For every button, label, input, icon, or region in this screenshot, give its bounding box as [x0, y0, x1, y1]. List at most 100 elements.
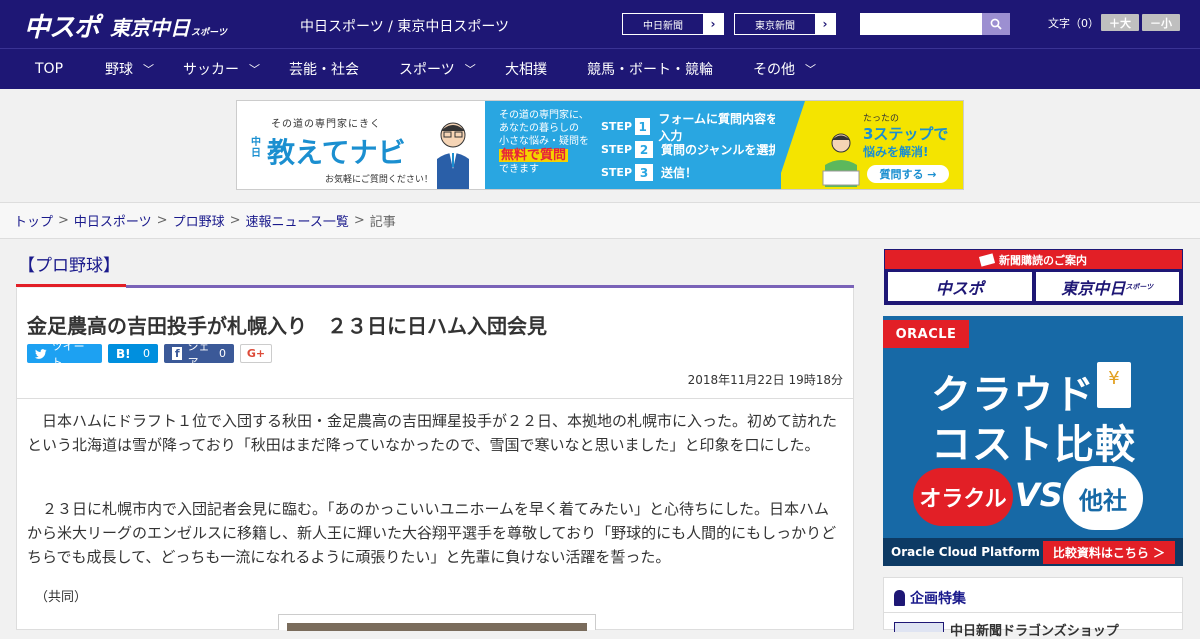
subscribe-chuspo-link[interactable]: 中スポ	[888, 272, 1032, 301]
ad-brand-prefix: 中日	[251, 137, 261, 159]
nav-item-top[interactable]: TOP	[35, 49, 63, 89]
ad-right-big: 3ステップで	[863, 125, 949, 143]
search-icon	[990, 18, 1002, 30]
tokyo-logo-text: 東京中日	[110, 16, 190, 40]
font-size-down-button[interactable]: －小	[1142, 14, 1180, 31]
facebook-share-label: シェア	[187, 339, 210, 369]
tokyo-shimbun-link[interactable]: 東京新聞 ›	[734, 13, 836, 35]
nav-item-label: スポーツ	[399, 62, 455, 78]
oshiete-navi-ad[interactable]: その道の専門家にきく 中日 教えてナビ お気軽にご質問ください！ その道の専門家…	[236, 100, 964, 190]
advisor-illustration	[437, 122, 469, 189]
facebook-share-button[interactable]: f シェア 0	[164, 340, 234, 369]
chunichi-shimbun-label: 中日新聞	[643, 20, 683, 32]
ad-mid-line: その道の専門家に、	[499, 110, 589, 121]
chuspo-logo[interactable]: 中スポ	[24, 7, 100, 44]
ad-brand: 教えてナビ	[267, 136, 406, 169]
search-input[interactable]	[860, 13, 982, 35]
hatena-count: 0	[143, 347, 150, 360]
breadcrumb-current: 記事	[369, 215, 396, 230]
oracle-cta-button[interactable]: 比較資料はこちら ＞	[1042, 540, 1175, 564]
competitor-cloud-badge: 他社	[1063, 466, 1143, 530]
breadcrumb: トップ > 中日スポーツ > プロ野球 > 速報ニュース一覧 > 記事	[0, 202, 1200, 239]
step-label: STEP	[601, 166, 633, 179]
ad-ask-button[interactable]: 質問する →	[867, 165, 949, 183]
feature-section: 企画特集 中日新聞ドラゴンズショップ	[883, 577, 1183, 639]
chevron-down-icon: ﹀	[249, 63, 260, 76]
search-button[interactable]	[982, 13, 1010, 35]
category-label: 【プロ野球】	[16, 250, 126, 287]
subscribe-tokyo-link[interactable]: 東京中日 スポーツ	[1035, 272, 1179, 301]
nav-item-label: サッカー	[183, 62, 239, 78]
subscription-box[interactable]: 新聞購読のご案内 中スポ 東京中日 スポーツ	[884, 249, 1183, 305]
nav-item-sumo[interactable]: 大相撲	[505, 49, 547, 89]
nav-item-baseball[interactable]: 野球 ﹀	[105, 49, 154, 89]
step-number: 1	[635, 118, 651, 135]
nav-item-soccer[interactable]: サッカー ﹀	[183, 49, 260, 89]
ad-right-panel: たったの 3ステップで 悩みを解消! 質問する →	[775, 101, 963, 189]
subscription-title: 新聞購読のご案内	[999, 253, 1087, 267]
oracle-vs-text: VS	[1015, 476, 1063, 514]
facebook-icon: f	[172, 347, 183, 360]
breadcrumb-separator: >	[156, 213, 168, 228]
user-illustration	[822, 133, 860, 187]
subscribe-tokyo-logo-text: 東京中日	[1061, 278, 1126, 298]
site-subtitle: 中日スポーツ / 東京中日スポーツ	[300, 19, 510, 35]
newspaper-icon	[978, 252, 996, 267]
ad-step: STEP 1 フォームに質問内容を入力	[601, 112, 781, 143]
article-paragraph: ２３日に札幌市内で入団記者会見に臨む。「あのかっこいいユニホームを早く着てみたい…	[27, 500, 837, 566]
nav-item-label: 芸能・社会	[289, 62, 359, 78]
nav-item-label: 競馬・ボート・競輪	[587, 62, 713, 78]
oracle-ad-footer: Oracle Cloud Platform 比較資料はこちら ＞	[883, 538, 1183, 566]
feature-title: 企画特集	[910, 591, 966, 607]
feature-divider	[884, 612, 1182, 613]
publish-date: 2018年11月22日 19時18分	[687, 373, 843, 387]
nav-item-other[interactable]: その他 ﹀	[753, 49, 816, 89]
oracle-cloud-badge: オラクル	[913, 468, 1013, 526]
breadcrumb-separator: >	[229, 213, 241, 228]
ad-step: STEP 2 質問のジャンルを選択	[601, 138, 781, 161]
feature-header: 企画特集	[894, 588, 966, 608]
step-text: 質問のジャンルを選択	[661, 143, 781, 157]
nav-item-label: TOP	[35, 61, 64, 77]
ad-left-panel: その道の専門家にきく 中日 教えてナビ お気軽にご質問ください！	[237, 101, 485, 189]
oracle-cloud-ad[interactable]: ORACLE クラウド コスト比較 ¥ オラクル VS 他社 Oracle Cl…	[883, 316, 1183, 566]
nav-item-racing[interactable]: 競馬・ボート・競輪	[587, 49, 713, 89]
google-plus-button[interactable]: G+	[240, 344, 272, 363]
step-number: 3	[635, 164, 654, 181]
tweet-label: ツイート	[51, 339, 85, 369]
step-label: STEP	[601, 120, 633, 133]
facebook-share-count: 0	[219, 347, 226, 360]
yen-document-icon: ¥	[1097, 362, 1131, 408]
breadcrumb-link-pro-baseball[interactable]: プロ野球	[173, 211, 225, 230]
feature-item-thumbnail[interactable]	[894, 622, 944, 632]
article-photo[interactable]	[278, 614, 596, 631]
chunichi-shimbun-link[interactable]: 中日新聞 ›	[622, 13, 724, 35]
step-text: フォームに質問内容を入力	[658, 111, 779, 143]
breadcrumb-separator: >	[58, 213, 69, 228]
font-size-label: 文字（0）	[1048, 17, 1099, 30]
breadcrumb-link-top[interactable]: トップ	[14, 211, 53, 230]
hatena-icon: B!	[116, 346, 131, 361]
font-size-up-button[interactable]: ＋大	[1101, 14, 1139, 31]
nav-item-label: 大相撲	[505, 62, 547, 78]
ad-middle-panel: その道の専門家に、 あなたの暮らしの 小さな悩み・疑問を 無料で質問 できます	[485, 101, 601, 189]
twitter-icon	[35, 348, 47, 359]
subscription-logos: 中スポ 東京中日 スポーツ	[885, 269, 1182, 304]
nav-item-entertainment[interactable]: 芸能・社会	[289, 49, 359, 89]
breadcrumb-link-news-list[interactable]: 速報ニュース一覧	[246, 211, 349, 230]
main-nav: TOP 野球 ﹀ サッカー ﹀ 芸能・社会 スポーツ ﹀ 大相撲 競馬・ボート・競輪 …	[0, 48, 1200, 89]
ad-free-highlight: 無料で質問	[499, 148, 569, 163]
tokyo-shimbun-label: 東京新聞	[755, 20, 795, 32]
chevron-right-icon: ›	[703, 14, 723, 34]
oracle-platform-label: Oracle Cloud Platform	[891, 545, 1040, 559]
article-credit: （共同）	[35, 590, 88, 605]
ad-mid-line: 小さな悩み・疑問を	[499, 136, 589, 147]
nav-item-sports[interactable]: スポーツ ﹀	[399, 49, 476, 89]
article-card: 金足農高の吉田投手が札幌入り ２３日に日ハム入団会見 ツイート B! 0 f シ…	[16, 288, 854, 631]
breadcrumb-link-chunichi-sports[interactable]: 中日スポーツ	[74, 211, 152, 230]
hatena-bookmark-button[interactable]: B! 0	[108, 344, 158, 363]
tweet-button[interactable]: ツイート	[27, 340, 102, 369]
tokyo-chunichi-logo[interactable]: 東京中日スポーツ	[110, 12, 227, 41]
site-header: 中スポ 東京中日スポーツ 中日スポーツ / 東京中日スポーツ 中日新聞 › 東京…	[0, 0, 1200, 48]
article-divider	[17, 398, 853, 399]
